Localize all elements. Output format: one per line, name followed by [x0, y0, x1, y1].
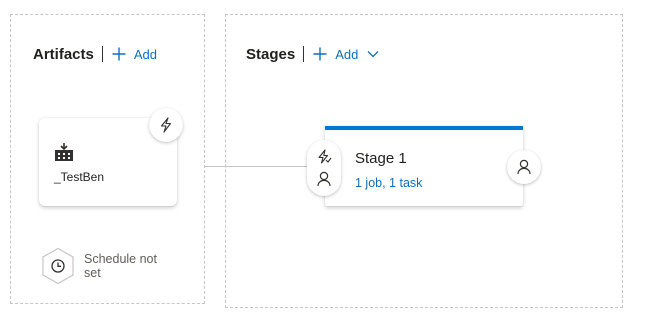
pre-deployment-conditions: [307, 140, 341, 196]
continuous-deployment-trigger-button[interactable]: [149, 108, 183, 142]
add-artifact-button[interactable]: Add: [112, 47, 157, 62]
plus-icon: [313, 47, 327, 61]
lightning-icon: [160, 117, 172, 133]
add-artifact-label: Add: [133, 46, 157, 62]
pre-deployment-approver-icon[interactable]: [316, 171, 332, 187]
person-icon: [517, 159, 531, 175]
header-divider: [101, 46, 103, 62]
add-stage-label: Add: [335, 46, 359, 62]
schedule-label: Schedule not set: [84, 252, 157, 280]
schedule-button[interactable]: [41, 247, 75, 290]
post-deployment-approver-button[interactable]: [507, 150, 541, 184]
stages-header: Stages Add: [246, 45, 387, 63]
plus-icon: [112, 47, 126, 61]
pre-deployment-trigger-icon[interactable]: [316, 149, 332, 165]
stages-title: Stages: [246, 45, 296, 63]
stage-tasks-link[interactable]: 1 job, 1 task: [355, 176, 422, 190]
clock-icon: [42, 247, 74, 285]
build-pipeline-icon: [55, 143, 73, 161]
stage-name: Stage 1: [355, 150, 407, 167]
header-divider: [303, 46, 305, 62]
stage-card[interactable]: Stage 1 1 job, 1 task: [325, 126, 523, 206]
artifacts-title: Artifacts: [33, 45, 94, 63]
artifact-name: _TestBen: [54, 170, 105, 184]
artifacts-header: Artifacts Add: [33, 45, 157, 63]
add-stage-button[interactable]: Add: [313, 47, 387, 62]
chevron-down-icon[interactable]: [367, 50, 387, 58]
